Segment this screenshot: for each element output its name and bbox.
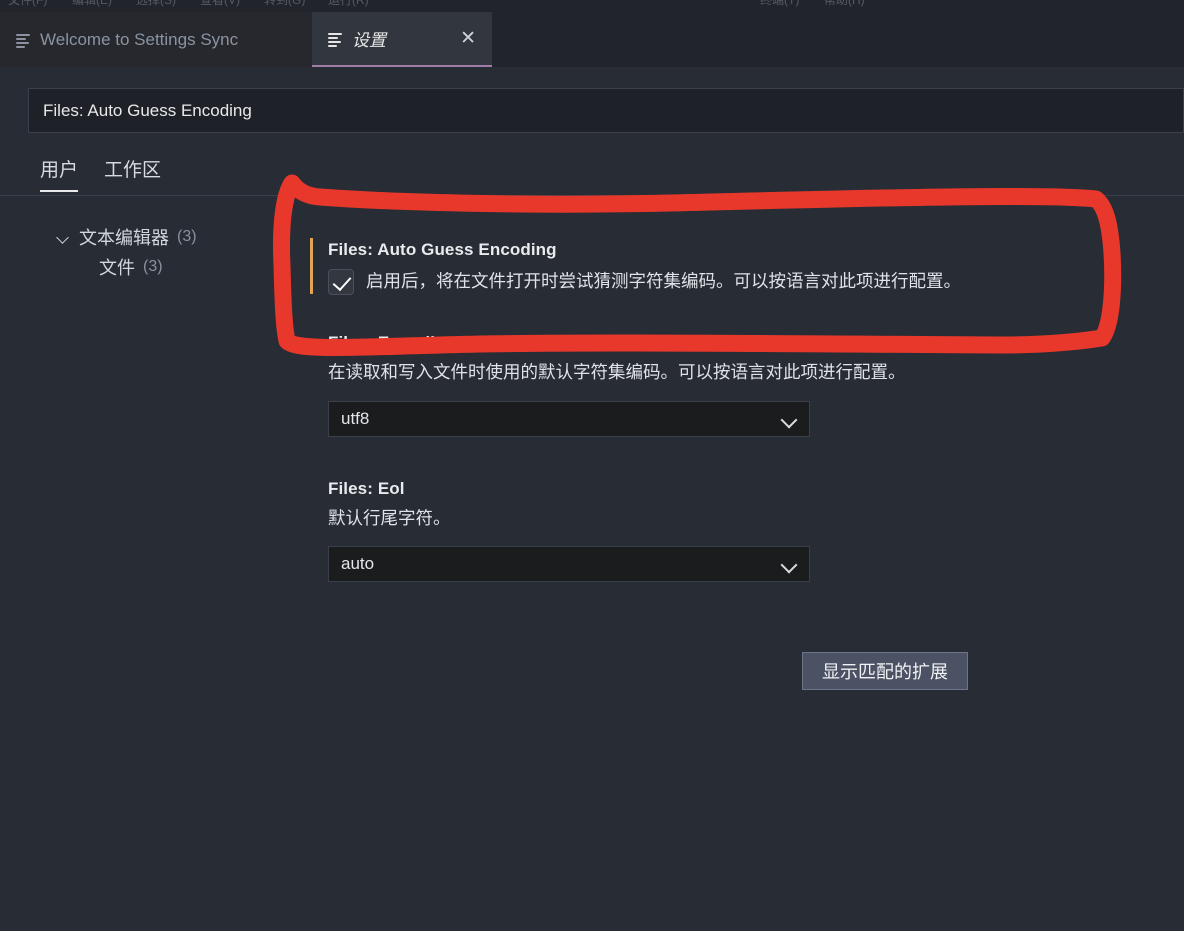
menu-item-1[interactable]: 编辑(E) — [72, 0, 112, 6]
scope-tab-user[interactable]: 用户 — [40, 155, 79, 192]
menu-item-4[interactable]: 转到(G) — [264, 0, 305, 6]
editor-tab-bar: Welcome to Settings Sync 设置 ✕ — [0, 12, 1184, 67]
setting-description: 默认行尾字符。 — [328, 507, 451, 528]
tree-item-label: 文本编辑器 — [79, 228, 169, 248]
menu-item-5[interactable]: 运行(R) — [328, 0, 369, 6]
search-input[interactable] — [28, 88, 1184, 133]
menu-item-2[interactable]: 选择(S) — [136, 0, 176, 6]
setting-files-eol[interactable]: Files: Eol 默认行尾字符。 auto — [310, 475, 1030, 583]
vscode-settings-window: 文件(F) 编辑(E) 选择(S) 查看(V) 转到(G) 运行(R) 终端(T… — [0, 0, 1184, 931]
settings-search — [28, 88, 1184, 133]
setting-files-encoding[interactable]: Files: Encoding 在读取和写入文件时使用的默认字符集编码。可以按语… — [310, 329, 1030, 437]
setting-files-auto-guess-encoding[interactable]: Files: Auto Guess Encoding 启用后，将在文件打开时尝试… — [310, 236, 1030, 295]
close-icon[interactable]: ✕ — [442, 29, 476, 48]
lines-icon — [328, 32, 342, 47]
chevron-down-icon — [55, 229, 71, 245]
tree-item-text-editor[interactable]: 文本编辑器 (3) — [55, 222, 295, 252]
menu-item-0[interactable]: 文件(F) — [8, 0, 47, 6]
dropdown-value: utf8 — [341, 408, 370, 428]
setting-control-row: 启用后，将在文件打开时尝试猜测字符集编码。可以按语言对此项进行配置。 — [328, 269, 1030, 295]
tab-welcome-to-settings-sync[interactable]: Welcome to Settings Sync — [0, 12, 312, 67]
settings-list: Files: Auto Guess Encoding 启用后，将在文件打开时尝试… — [310, 236, 1030, 622]
tab-settings[interactable]: 设置 ✕ — [312, 12, 492, 67]
settings-tree: 文本编辑器 (3) 文件 (3) — [55, 222, 295, 282]
setting-description: 在读取和写入文件时使用的默认字符集编码。可以按语言对此项进行配置。 — [328, 362, 906, 382]
tab-label: Welcome to Settings Sync — [40, 29, 239, 49]
tree-item-count: (3) — [177, 228, 197, 245]
button-label: 显示匹配的扩展 — [822, 662, 948, 682]
scope-tab-workspace[interactable]: 工作区 — [104, 155, 161, 192]
checkbox-auto-guess-encoding[interactable] — [328, 269, 354, 295]
menu-item-7[interactable]: 帮助(H) — [824, 0, 865, 6]
header-divider — [0, 195, 1184, 196]
dropdown-files-encoding[interactable]: utf8 — [328, 400, 810, 437]
menu-item-3[interactable]: 查看(V) — [200, 0, 240, 6]
setting-description: 启用后，将在文件打开时尝试猜测字符集编码。可以按语言对此项进行配置。 — [366, 271, 961, 292]
menu-bar-strip: 文件(F) 编辑(E) 选择(S) 查看(V) 转到(G) 运行(R) 终端(T… — [0, 0, 1184, 12]
tab-bar-empty-space — [492, 12, 1184, 67]
tree-item-files[interactable]: 文件 (3) — [55, 252, 295, 282]
setting-title: Files: Eol — [328, 478, 405, 498]
menu-item-6[interactable]: 终端(T) — [760, 0, 799, 6]
dropdown-value: auto — [341, 554, 375, 574]
tree-item-count: (3) — [143, 258, 163, 275]
chevron-down-icon — [781, 556, 797, 572]
lines-icon — [16, 33, 30, 48]
tree-item-label: 文件 — [99, 258, 135, 278]
settings-scope-tabs: 用户 工作区 — [40, 155, 161, 192]
dropdown-files-eol[interactable]: auto — [328, 546, 810, 583]
show-matching-extensions-button[interactable]: 显示匹配的扩展 — [802, 652, 968, 690]
tab-label: 设置 — [352, 31, 386, 50]
chevron-down-icon — [781, 411, 797, 427]
setting-title: Files: Encoding — [328, 333, 457, 352]
setting-title: Files: Auto Guess Encoding — [328, 240, 557, 259]
